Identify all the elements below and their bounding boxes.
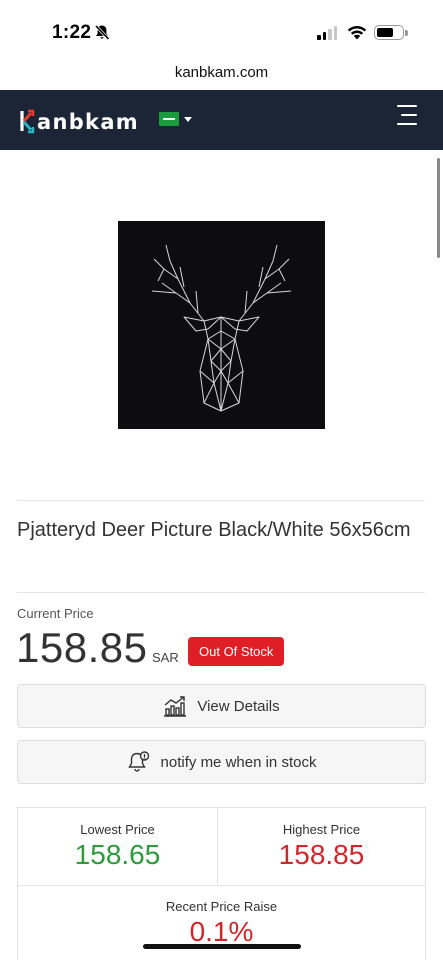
recent-price-raise-stat: Recent Price Raise 0.1%	[18, 899, 425, 948]
saudi-flag-icon[interactable]	[159, 112, 179, 126]
stock-status-badge: Out Of Stock	[188, 637, 285, 666]
price-stats-panel: Lowest Price 158.65 Highest Price 158.85…	[17, 807, 426, 960]
current-price: 158.85	[16, 624, 148, 671]
kanbkam-logo: anbkam	[20, 109, 139, 134]
notify-label: notify me when in stock	[160, 753, 317, 771]
recent-price-raise-label: Recent Price Raise	[165, 899, 278, 914]
lowest-price-stat: Lowest Price 158.65	[18, 822, 217, 871]
highest-price-label: Highest Price	[282, 822, 361, 837]
lowest-price-label: Lowest Price	[80, 822, 155, 837]
product-title: Pjatteryd Deer Picture Black/White 56x56…	[17, 519, 411, 541]
status-bar: 1:22	[0, 0, 443, 62]
cellular-signal-icon	[317, 26, 337, 40]
highest-price-stat: Highest Price 158.85	[218, 822, 425, 871]
divider	[17, 592, 425, 593]
deer-head-artwork	[151, 244, 292, 412]
battery-icon	[374, 25, 408, 40]
notify-in-stock-button[interactable]: notify me when in stock	[17, 740, 426, 784]
svg-text:anbkam: anbkam	[37, 110, 139, 134]
site-header: anbkam	[0, 90, 443, 150]
lowest-price-value: 158.65	[74, 839, 161, 870]
divider	[18, 885, 425, 886]
page-scrollbar[interactable]	[437, 158, 440, 258]
status-time: 1:22	[52, 22, 92, 43]
browser-url[interactable]: kanbkam.com	[0, 62, 443, 90]
site-logo[interactable]: anbkam	[18, 104, 146, 136]
product-image[interactable]	[118, 221, 325, 429]
current-price-label: Current Price	[17, 606, 94, 621]
silent-bell-icon	[94, 24, 110, 41]
currency-label: SAR	[152, 650, 179, 665]
chart-growth-icon	[164, 696, 187, 717]
divider	[17, 500, 425, 501]
wifi-icon	[347, 26, 367, 40]
chevron-down-icon[interactable]	[184, 117, 192, 122]
hamburger-menu-icon[interactable]	[395, 104, 417, 126]
view-details-button[interactable]: View Details	[17, 684, 426, 728]
home-indicator[interactable]	[143, 944, 301, 949]
bell-alert-icon	[127, 751, 149, 772]
view-details-label: View Details	[197, 697, 280, 715]
highest-price-value: 158.85	[278, 839, 365, 870]
